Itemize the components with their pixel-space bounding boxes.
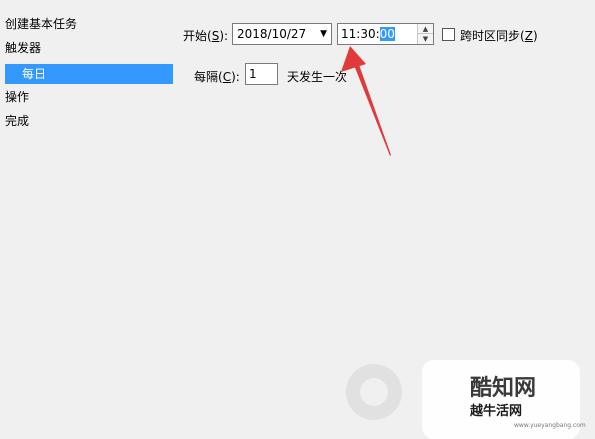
watermark-subtitle: 越牛活网 <box>470 404 523 419</box>
arrow-shaft <box>352 59 391 156</box>
watermark: 酷知网 越牛活网 www.yueyangbang.com <box>330 350 595 439</box>
arrow-head <box>341 46 366 72</box>
watermark-url: www.yueyangbang.com <box>514 422 586 429</box>
watermark-logo-icon <box>346 364 402 420</box>
watermark-title: 酷知网 <box>470 376 537 401</box>
